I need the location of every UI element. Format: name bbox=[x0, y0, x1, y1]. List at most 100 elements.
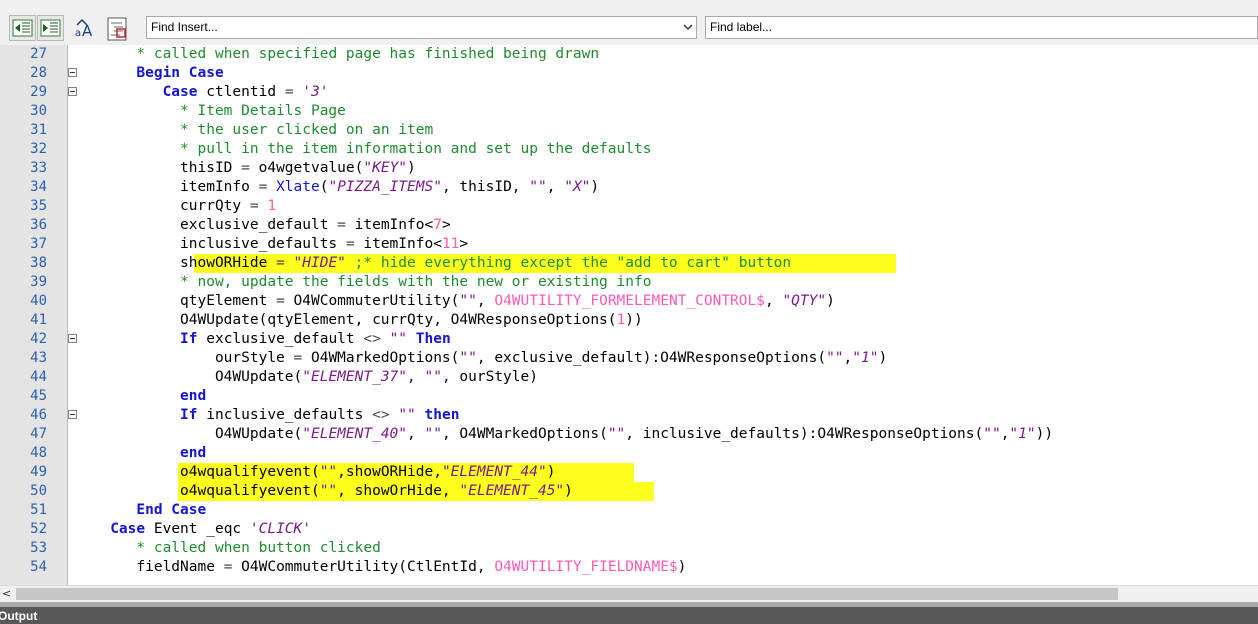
code-token: O4WUpdate( bbox=[84, 426, 303, 442]
code-token: O4WCommuterUtility( bbox=[284, 293, 460, 309]
code-line[interactable]: 31 * the user clicked on an item bbox=[0, 121, 1258, 140]
code-line[interactable]: 48 end bbox=[0, 444, 1258, 463]
horizontal-scrollbar[interactable]: < bbox=[0, 585, 1258, 602]
code-line[interactable]: 42 If exclusive_default <> "" Then bbox=[0, 330, 1258, 349]
code-token: , thisID, bbox=[441, 179, 530, 195]
line-number: 36 bbox=[30, 217, 47, 233]
code-token: exclusive_default bbox=[84, 217, 338, 233]
output-panel-title[interactable]: Output bbox=[0, 609, 37, 623]
code-text: * now, update the fields with the new or… bbox=[84, 273, 651, 292]
line-number: 52 bbox=[30, 521, 47, 537]
code-line[interactable]: 37 inclusive_defaults = itemInfo<11> bbox=[0, 235, 1258, 254]
scroll-left-icon[interactable]: < bbox=[2, 586, 11, 602]
scrollbar-thumb[interactable] bbox=[16, 588, 1118, 600]
fold-collapse-icon[interactable] bbox=[68, 68, 77, 77]
code-token: o4wqualifyevent( bbox=[84, 483, 320, 499]
code-line[interactable]: 45 end bbox=[0, 387, 1258, 406]
code-token: = bbox=[293, 350, 303, 366]
code-token: , bbox=[476, 293, 495, 309]
code-token: * now, update the fields with the new or… bbox=[180, 274, 652, 290]
code-token: "" bbox=[826, 350, 844, 366]
code-token: , showOrHide, bbox=[337, 483, 460, 499]
code-line[interactable]: 46 If inclusive_defaults <> "" then bbox=[0, 406, 1258, 425]
code-token: inclusive_defaults bbox=[84, 236, 346, 252]
code-token: , exclusive_default):O4WResponseOptions( bbox=[476, 350, 827, 366]
code-token: Case bbox=[162, 84, 198, 100]
code-text: * called when specified page has finishe… bbox=[84, 45, 599, 64]
line-number: 45 bbox=[30, 388, 47, 404]
code-token: )) bbox=[1035, 426, 1054, 442]
find-insert-dropdown[interactable]: Find Insert... bbox=[146, 16, 697, 39]
code-line[interactable]: 34 itemInfo = Xlate("PIZZA_ITEMS", thisI… bbox=[0, 178, 1258, 197]
code-line[interactable]: 43 ourStyle = O4WMarkedOptions("", exclu… bbox=[0, 349, 1258, 368]
code-line[interactable]: 39 * now, update the fields with the new… bbox=[0, 273, 1258, 292]
code-line[interactable]: 49 o4wqualifyevent("",showORHide,"ELEMEN… bbox=[0, 463, 1258, 482]
code-line[interactable]: 27 * called when specified page has fini… bbox=[0, 45, 1258, 64]
code-line[interactable]: 44 O4WUpdate("ELEMENT_37", "", ourStyle) bbox=[0, 368, 1258, 387]
code-token: <> bbox=[372, 407, 390, 423]
code-line[interactable]: 35 currQty = 1 bbox=[0, 197, 1258, 216]
fold-collapse-icon[interactable] bbox=[68, 87, 77, 96]
code-token: o4wgetvalue( bbox=[249, 160, 364, 176]
code-line[interactable]: 38 showORHide = "HIDE" ;* hide everythin… bbox=[0, 254, 1258, 273]
chevron-down-icon[interactable] bbox=[683, 17, 693, 46]
code-token: o4wqualifyevent( bbox=[84, 464, 320, 480]
code-text: Case Event _eqc 'CLICK' bbox=[84, 520, 311, 539]
code-line[interactable]: 50 o4wqualifyevent("", showOrHide, "ELEM… bbox=[0, 482, 1258, 501]
code-token: , ourStyle) bbox=[441, 369, 538, 385]
code-token: , bbox=[546, 179, 565, 195]
code-text: * Item Details Page bbox=[84, 102, 346, 121]
code-token: O4WMarkedOptions( bbox=[302, 350, 460, 366]
code-token: ) bbox=[564, 483, 573, 499]
code-line[interactable]: 53 * called when button clicked bbox=[0, 539, 1258, 558]
code-line[interactable]: 29 Case ctlentid = '3' bbox=[0, 83, 1258, 102]
code-line[interactable]: 41 O4WUpdate(qtyElement, currQty, O4WRes… bbox=[0, 311, 1258, 330]
code-line[interactable]: 36 exclusive_default = itemInfo<7> bbox=[0, 216, 1258, 235]
code-token: , bbox=[764, 293, 783, 309]
code-line[interactable]: 47 O4WUpdate("ELEMENT_40", "", O4WMarked… bbox=[0, 425, 1258, 444]
code-line[interactable]: 40 qtyElement = O4WCommuterUtility("", O… bbox=[0, 292, 1258, 311]
code-token: "ELEMENT_45" bbox=[459, 483, 565, 499]
code-line[interactable]: 54 fieldName = O4WCommuterUtility(CtlEnt… bbox=[0, 558, 1258, 577]
fold-collapse-icon[interactable] bbox=[68, 410, 77, 419]
code-text: If exclusive_default <> "" Then bbox=[84, 330, 451, 349]
indent-icon[interactable] bbox=[37, 15, 64, 41]
code-editor[interactable]: 27 * called when specified page has fini… bbox=[0, 45, 1258, 585]
code-token: = bbox=[345, 236, 355, 252]
line-number: 43 bbox=[30, 350, 47, 366]
code-line[interactable]: 32 * pull in the item information and se… bbox=[0, 140, 1258, 159]
code-token: "ELEMENT_40" bbox=[302, 426, 408, 442]
code-token: * pull in the item information and set u… bbox=[180, 141, 652, 157]
code-token: = bbox=[249, 198, 259, 214]
line-number: 49 bbox=[30, 464, 47, 480]
code-token: "1" bbox=[1009, 426, 1036, 442]
code-text: thisID = o4wgetvalue("KEY") bbox=[84, 159, 416, 178]
code-token: ) bbox=[407, 160, 416, 176]
font-size-icon[interactable]: a A bbox=[72, 15, 97, 41]
code-line[interactable]: 52 Case Event _eqc 'CLICK' bbox=[0, 520, 1258, 539]
line-number: 50 bbox=[30, 483, 47, 499]
code-text: showORHide = "HIDE" ;* hide everything e… bbox=[84, 254, 791, 273]
fold-collapse-icon[interactable] bbox=[68, 334, 77, 343]
code-token: end bbox=[180, 388, 207, 404]
format-document-icon[interactable] bbox=[104, 15, 129, 41]
code-line[interactable]: 33 thisID = o4wgetvalue("KEY") bbox=[0, 159, 1258, 178]
code-line[interactable]: 28 Begin Case bbox=[0, 64, 1258, 83]
outdent-icon[interactable] bbox=[9, 15, 36, 41]
code-line[interactable]: 30 * Item Details Page bbox=[0, 102, 1258, 121]
code-line[interactable]: 51 End Case bbox=[0, 501, 1258, 520]
code-token: ) bbox=[590, 179, 600, 195]
code-token: = bbox=[284, 84, 294, 100]
code-text: * called when button clicked bbox=[84, 539, 380, 558]
code-token: "" bbox=[424, 369, 442, 385]
find-label-input[interactable]: Find label... bbox=[705, 16, 1258, 39]
code-text: fieldName = O4WCommuterUtility(CtlEntId,… bbox=[84, 558, 686, 577]
code-token: Xlate bbox=[276, 179, 320, 195]
